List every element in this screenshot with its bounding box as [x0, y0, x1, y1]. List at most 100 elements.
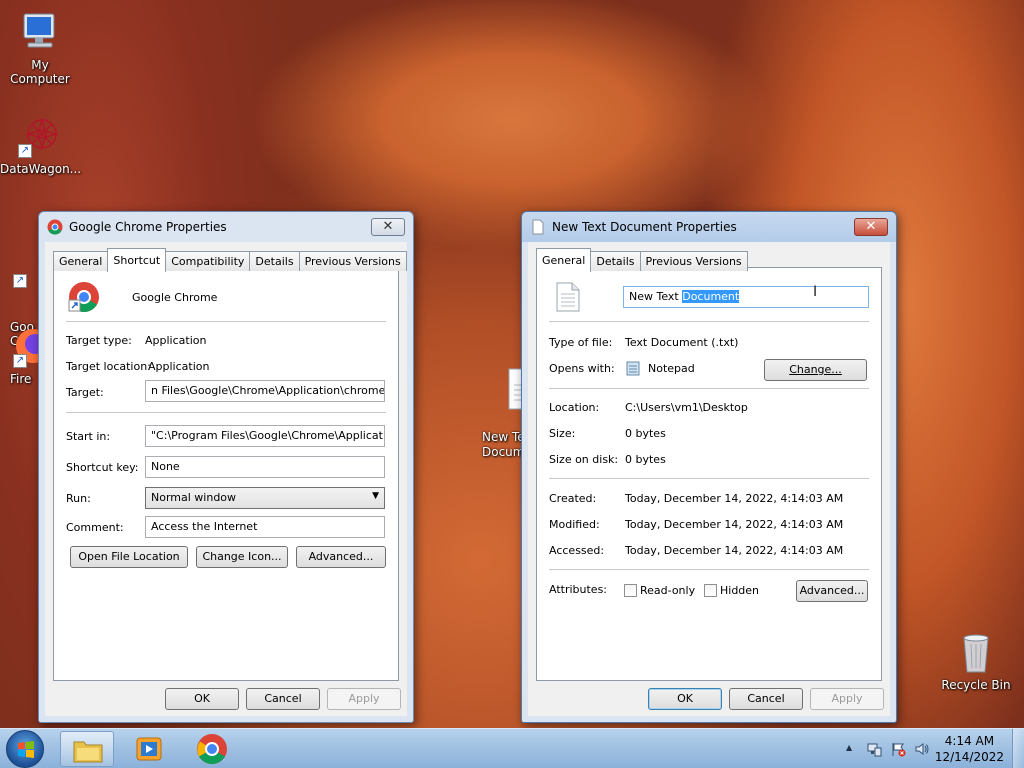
accessed-value: Today, December 14, 2022, 4:14:03 AM [625, 544, 844, 557]
window-title: New Text Document Properties [552, 220, 737, 234]
tab-general[interactable]: General [53, 251, 109, 271]
desktop-icon-label: DataWagon... [0, 162, 82, 176]
tab-details[interactable]: Details [249, 251, 300, 271]
shortcut-arrow-icon: ↗ [13, 354, 27, 368]
desktop-icon-datawagon[interactable]: ↗ DataWagon... [0, 114, 82, 176]
target-location-value: Application [148, 360, 210, 373]
windows-logo-icon [18, 741, 34, 758]
target-type-label: Target type: [66, 334, 132, 347]
file-name-text: New Text [629, 290, 683, 303]
chevron-down-icon: ▼ [372, 491, 379, 501]
change-icon-button[interactable]: Change Icon... [196, 546, 288, 568]
title-bar[interactable]: New Text Document Properties ✕ [522, 212, 896, 242]
taskbar-explorer[interactable] [60, 731, 114, 767]
action-center-flag-icon[interactable] [890, 741, 906, 757]
readonly-checkbox[interactable] [624, 584, 637, 597]
close-button[interactable]: ✕ [854, 218, 888, 236]
folder-icon [73, 741, 103, 763]
accessed-label: Accessed: [549, 544, 605, 557]
type-label: Type of file: [549, 336, 613, 349]
ok-button[interactable]: OK [165, 688, 239, 710]
target-location-label: Target location: [66, 360, 151, 373]
tab-details[interactable]: Details [590, 251, 641, 271]
system-clock[interactable]: 4:14 AM 12/14/2022 [935, 733, 1004, 765]
computer-icon [18, 10, 62, 54]
divider [549, 569, 869, 570]
advanced-button[interactable]: Advanced... [296, 546, 386, 568]
hidden-label[interactable]: Hidden [720, 584, 759, 597]
cancel-button[interactable]: Cancel [729, 688, 803, 710]
text-file-icon [482, 352, 540, 410]
volume-icon[interactable] [914, 741, 930, 757]
chrome-icon [47, 219, 63, 235]
clock-time: 4:14 AM [944, 734, 995, 748]
dialog-body: New Text Document I Type of file: Text D… [528, 242, 890, 716]
divider [66, 412, 386, 413]
firefox-icon: ↗ [0, 324, 50, 368]
comment-field[interactable]: Access the Internet [145, 516, 385, 538]
file-name-input[interactable]: New Text Document [623, 286, 869, 308]
shortcut-key-label: Shortcut key: [66, 461, 139, 474]
apply-button[interactable]: Apply [810, 688, 884, 710]
run-select-value: Normal window [151, 491, 237, 504]
close-button[interactable]: ✕ [371, 218, 405, 236]
window-title: Google Chrome Properties [69, 220, 227, 234]
desktop-icon-my-computer[interactable]: My Computer [0, 10, 80, 86]
divider [549, 321, 869, 322]
recycle-bin-icon [954, 630, 998, 674]
tab-strip: General Details Previous Versions [536, 248, 748, 272]
text-file-icon [556, 282, 580, 312]
ok-button[interactable]: OK [648, 688, 722, 710]
divider [549, 478, 869, 479]
taskbar-chrome[interactable] [185, 731, 239, 767]
taskbar-media-player[interactable] [122, 731, 176, 767]
comment-label: Comment: [66, 521, 124, 534]
chrome-icon: ↗ [0, 244, 74, 299]
start-in-label: Start in: [66, 430, 111, 443]
size-on-disk-value: 0 bytes [625, 453, 666, 466]
tab-page-general: New Text Document I Type of file: Text D… [536, 267, 882, 681]
target-field[interactable]: n Files\Google\Chrome\Application\chrome… [145, 380, 385, 402]
title-bar[interactable]: Google Chrome Properties ✕ [39, 212, 413, 242]
readonly-label[interactable]: Read-only [640, 584, 695, 597]
target-label: Target: [66, 386, 104, 399]
change-button[interactable]: Change... [764, 359, 867, 381]
tab-compatibility[interactable]: Compatibility [165, 251, 251, 271]
text-file-icon [532, 219, 544, 235]
desktop-icon-label: Recycle Bin [941, 678, 1011, 692]
advanced-button[interactable]: Advanced... [796, 580, 868, 602]
shortcut-arrow-icon: ↗ [18, 144, 32, 158]
start-in-field[interactable]: "C:\Program Files\Google\Chrome\Applicat… [145, 425, 385, 447]
dialog-body: Google Chrome Target type: Application T… [45, 242, 407, 716]
modified-value: Today, December 14, 2022, 4:14:03 AM [625, 518, 844, 531]
show-desktop-button[interactable] [1012, 729, 1024, 768]
start-button[interactable] [6, 730, 44, 768]
open-file-location-button[interactable]: Open File Location [70, 546, 188, 568]
media-player-icon [136, 737, 162, 761]
desktop-icon-recycle-bin[interactable]: Recycle Bin [936, 630, 1016, 692]
tab-previous-versions[interactable]: Previous Versions [639, 251, 748, 271]
size-on-disk-label: Size on disk: [549, 453, 619, 466]
tab-strip: General Shortcut Compatibility Details P… [53, 248, 407, 272]
divider [66, 321, 386, 322]
opens-with-label: Opens with: [549, 362, 615, 375]
tab-general[interactable]: General [536, 248, 592, 272]
divider [549, 388, 869, 389]
run-select[interactable]: Normal window ▼ [145, 487, 385, 509]
cancel-button[interactable]: Cancel [246, 688, 320, 710]
location-label: Location: [549, 401, 600, 414]
hidden-checkbox[interactable] [704, 584, 717, 597]
tab-shortcut[interactable]: Shortcut [107, 248, 167, 272]
chrome-icon [197, 734, 227, 765]
target-type-value: Application [145, 334, 207, 347]
tab-previous-versions[interactable]: Previous Versions [298, 251, 407, 271]
shortcut-key-field[interactable]: None [145, 456, 385, 478]
attributes-label: Attributes: [549, 583, 608, 596]
tab-page-shortcut: Google Chrome Target type: Application T… [53, 267, 399, 681]
chrome-properties-window: Google Chrome Properties ✕ Google Chrome… [38, 211, 414, 723]
size-label: Size: [549, 427, 576, 440]
app-name: Google Chrome [132, 291, 218, 304]
network-icon[interactable] [866, 741, 882, 757]
show-hidden-icons-button[interactable]: ▲ [846, 743, 852, 752]
apply-button[interactable]: Apply [327, 688, 401, 710]
